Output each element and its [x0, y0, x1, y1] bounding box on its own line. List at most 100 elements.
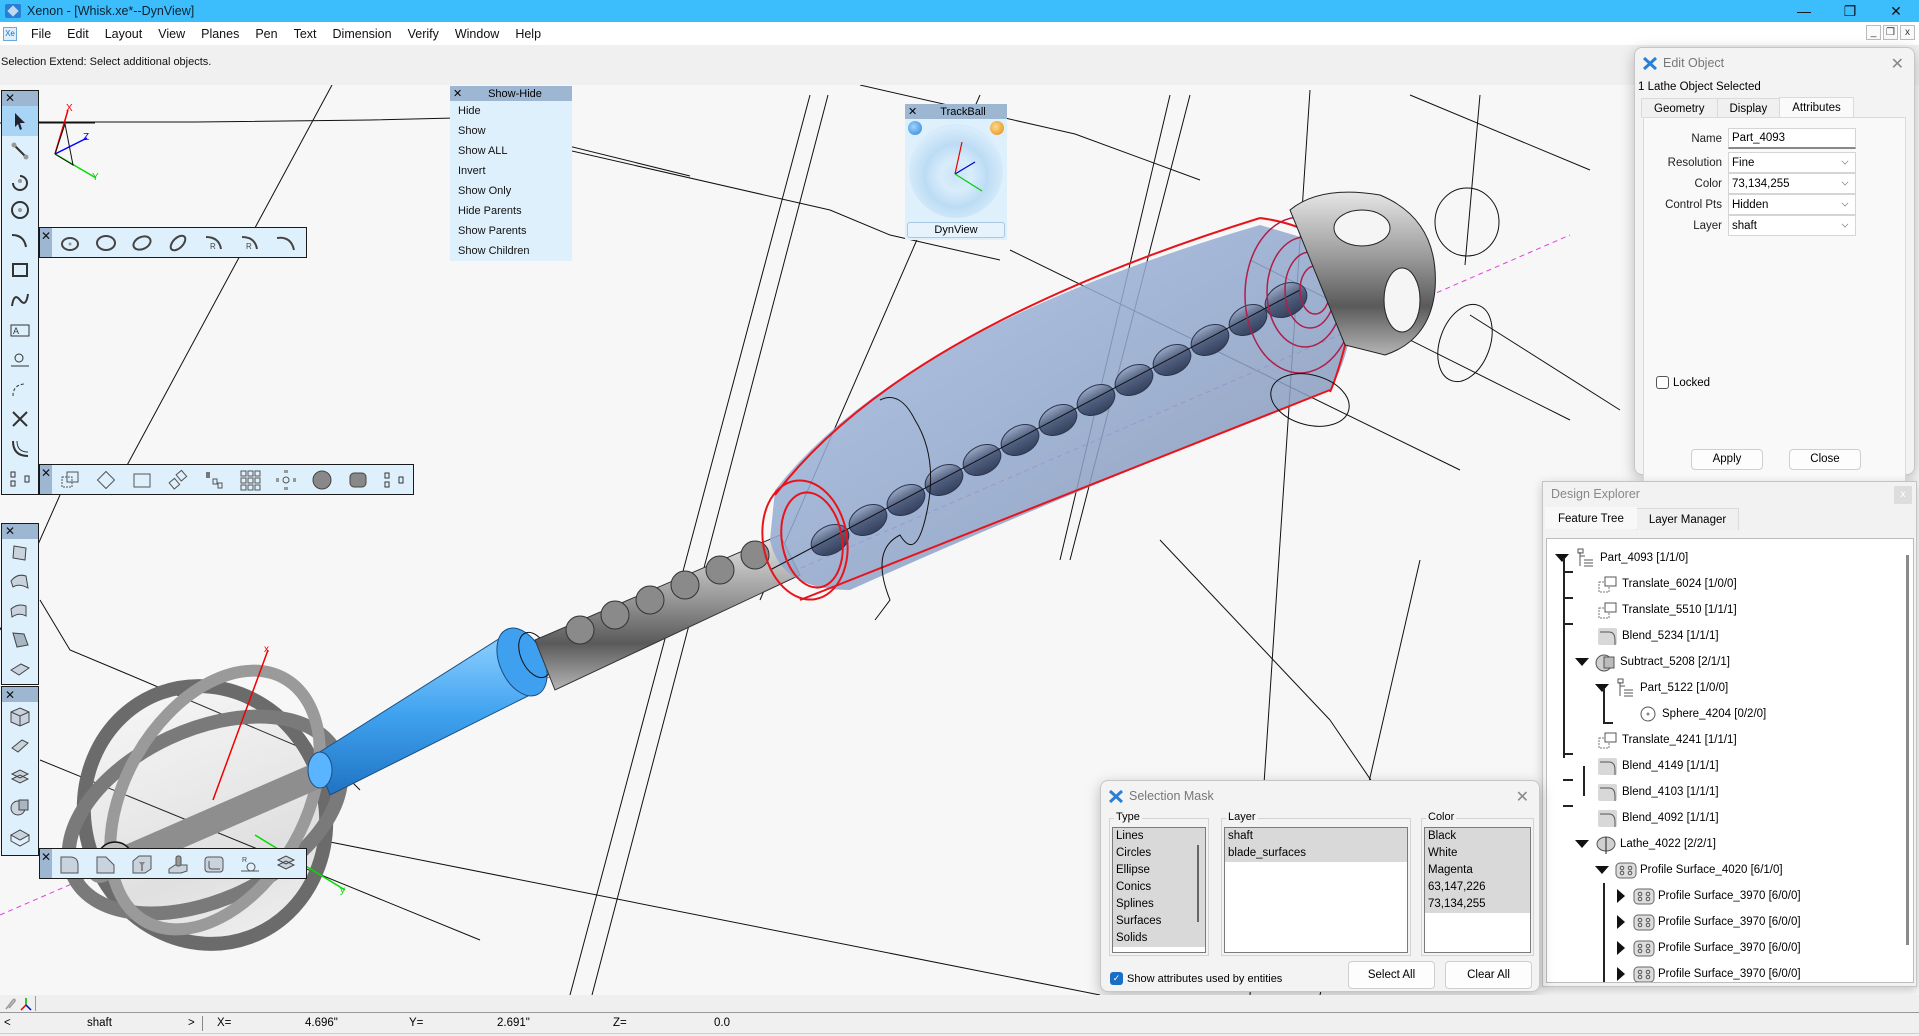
drum-array-button[interactable] — [340, 465, 376, 494]
color-list[interactable]: Black White Magenta 63,147,226 73,134,25… — [1424, 827, 1531, 953]
counterbore-button[interactable] — [124, 849, 160, 878]
dynview-button[interactable]: DynView — [907, 222, 1005, 238]
mdi-minimize-button[interactable]: _ — [1866, 25, 1881, 40]
layer-item[interactable]: shaft — [1225, 828, 1407, 845]
show-hide-item-hide-parents[interactable]: Hide Parents — [450, 201, 572, 221]
expand-down-icon[interactable] — [1575, 840, 1589, 848]
revolve-button[interactable] — [2, 762, 38, 792]
offset-curve-button[interactable] — [2, 434, 38, 464]
menu-pen[interactable]: Pen — [247, 27, 285, 41]
ellipse-box-button[interactable] — [88, 228, 124, 257]
select-all-button[interactable]: Select All — [1348, 961, 1435, 989]
show-hide-item-show-only[interactable]: Show Only — [450, 181, 572, 201]
tree-row[interactable]: Translate_5510 [1/1/1] — [1597, 597, 1737, 623]
show-used-checkbox[interactable]: ✓ — [1110, 972, 1123, 985]
toolbar-close-icon[interactable]: ✕ — [2, 524, 38, 539]
section-button[interactable] — [2, 822, 38, 852]
ellipse-rotated-button[interactable] — [124, 228, 160, 257]
trim-surface-button[interactable] — [2, 626, 38, 655]
type-item[interactable]: Surfaces — [1113, 913, 1205, 930]
text-button[interactable]: A — [2, 315, 38, 345]
spline-button[interactable] — [2, 285, 38, 315]
tree-row[interactable]: Blend_4103 [1/1/1] — [1597, 779, 1719, 805]
type-item[interactable]: Solids — [1113, 930, 1205, 947]
boolean-button[interactable] — [2, 792, 38, 822]
shell-button[interactable] — [196, 849, 232, 878]
transform-button[interactable] — [2, 464, 38, 494]
menu-layout[interactable]: Layout — [97, 27, 151, 41]
copy-along-button[interactable] — [196, 465, 232, 494]
expand-right-icon[interactable] — [1617, 967, 1625, 981]
layer-next-button[interactable]: > — [188, 1017, 195, 1029]
offset-surface-button[interactable] — [2, 597, 38, 626]
tree-row[interactable]: Profile Surface_3970 [6/0/0] — [1615, 883, 1801, 909]
menu-file[interactable]: File — [23, 27, 59, 41]
layer-prev-button[interactable]: < — [4, 1017, 11, 1029]
select-arrow-button[interactable] — [2, 105, 38, 136]
tab-display[interactable]: Display — [1716, 98, 1781, 118]
scale-button[interactable] — [124, 465, 160, 494]
tree-row[interactable]: Translate_4241 [1/1/1] — [1597, 727, 1737, 753]
plane-surface-button[interactable] — [2, 539, 38, 568]
mdi-restore-button[interactable]: ❐ — [1883, 25, 1898, 40]
menu-window[interactable]: Window — [447, 27, 507, 41]
snap-clip-icon[interactable] — [3, 997, 17, 1011]
resolution-select[interactable]: Fine — [1728, 152, 1856, 173]
menu-dimension[interactable]: Dimension — [325, 27, 400, 41]
rotate-button[interactable] — [88, 465, 124, 494]
show-hide-item-invert[interactable]: Invert — [450, 161, 572, 181]
close-window-button[interactable]: ✕ — [1873, 0, 1919, 22]
trim-arc-button[interactable] — [2, 375, 38, 405]
menu-view[interactable]: View — [150, 27, 193, 41]
type-list[interactable]: Lines Circles Ellipse Conics Splines Sur… — [1112, 827, 1206, 953]
chamfer-button[interactable] — [88, 849, 124, 878]
dimension-button[interactable] — [2, 345, 38, 375]
circle-button[interactable] — [2, 196, 38, 226]
expand-down-icon[interactable] — [1575, 658, 1589, 666]
apply-button[interactable]: Apply — [1691, 449, 1763, 470]
tab-geometry[interactable]: Geometry — [1641, 98, 1718, 118]
layer-select[interactable]: shaft — [1728, 215, 1856, 236]
mdi-close-button[interactable]: x — [1900, 25, 1915, 40]
show-hide-item-show-children[interactable]: Show Children — [450, 241, 572, 261]
clear-all-button[interactable]: Clear All — [1445, 961, 1532, 989]
tab-layer-manager[interactable]: Layer Manager — [1635, 508, 1740, 530]
tree-row[interactable]: Blend_4092 [1/1/1] — [1597, 805, 1719, 831]
arc-3pt-button[interactable] — [268, 228, 304, 257]
tree-row[interactable]: Profile Surface_3970 [6/0/0] — [1615, 909, 1801, 935]
control-pts-select[interactable]: Hidden — [1728, 194, 1856, 215]
tree-row[interactable]: Translate_6024 [1/0/0] — [1597, 571, 1737, 597]
mirror-button[interactable] — [160, 465, 196, 494]
tree-row[interactable]: Blend_4149 [1/1/1] — [1597, 753, 1719, 779]
type-item[interactable]: Circles — [1113, 845, 1205, 862]
boss-button[interactable] — [160, 849, 196, 878]
rect-array-button[interactable] — [232, 465, 268, 494]
tree-row[interactable]: Sphere_4204 [0/2/0] — [1637, 701, 1766, 727]
locked-checkbox[interactable] — [1656, 376, 1669, 389]
type-item[interactable]: Ellipse — [1113, 862, 1205, 879]
restore-button[interactable]: ❐ — [1827, 0, 1873, 22]
document-icon[interactable]: Xe — [3, 26, 17, 41]
tab-attributes[interactable]: Attributes — [1779, 97, 1854, 118]
expand-right-icon[interactable] — [1617, 915, 1625, 929]
expand-down-icon[interactable] — [1595, 866, 1609, 874]
name-field[interactable]: Part_4093 — [1728, 128, 1856, 149]
radius-blend-button[interactable]: R — [232, 849, 268, 878]
toolbar-close-icon[interactable]: ✕ — [2, 687, 38, 702]
type-item[interactable]: Splines — [1113, 896, 1205, 913]
color-item[interactable]: 73,134,255 — [1425, 896, 1530, 913]
type-item[interactable]: Conics — [1113, 879, 1205, 896]
tree-row[interactable]: Profile Surface_3970 [6/0/0] — [1615, 961, 1801, 982]
tree-row[interactable]: Subtract_5208 [2/1/1] — [1575, 649, 1730, 675]
ellipse-axis-button[interactable] — [160, 228, 196, 257]
color-item[interactable]: 63,147,226 — [1425, 879, 1530, 896]
show-hide-item-hide[interactable]: Hide — [450, 101, 572, 121]
trackball-menu-icon[interactable] — [908, 121, 922, 135]
menu-verify[interactable]: Verify — [400, 27, 447, 41]
toolbar-close-icon[interactable]: ✕ — [2, 91, 38, 106]
tree-row[interactable]: Profile Surface_3970 [6/0/0] — [1615, 935, 1801, 961]
tree-row[interactable]: Lathe_4022 [2/2/1] — [1575, 831, 1716, 857]
ellipse-center-button[interactable] — [52, 228, 88, 257]
panel-close-icon[interactable]: ✕ — [450, 87, 468, 100]
arc-radius-button[interactable]: R — [196, 228, 232, 257]
